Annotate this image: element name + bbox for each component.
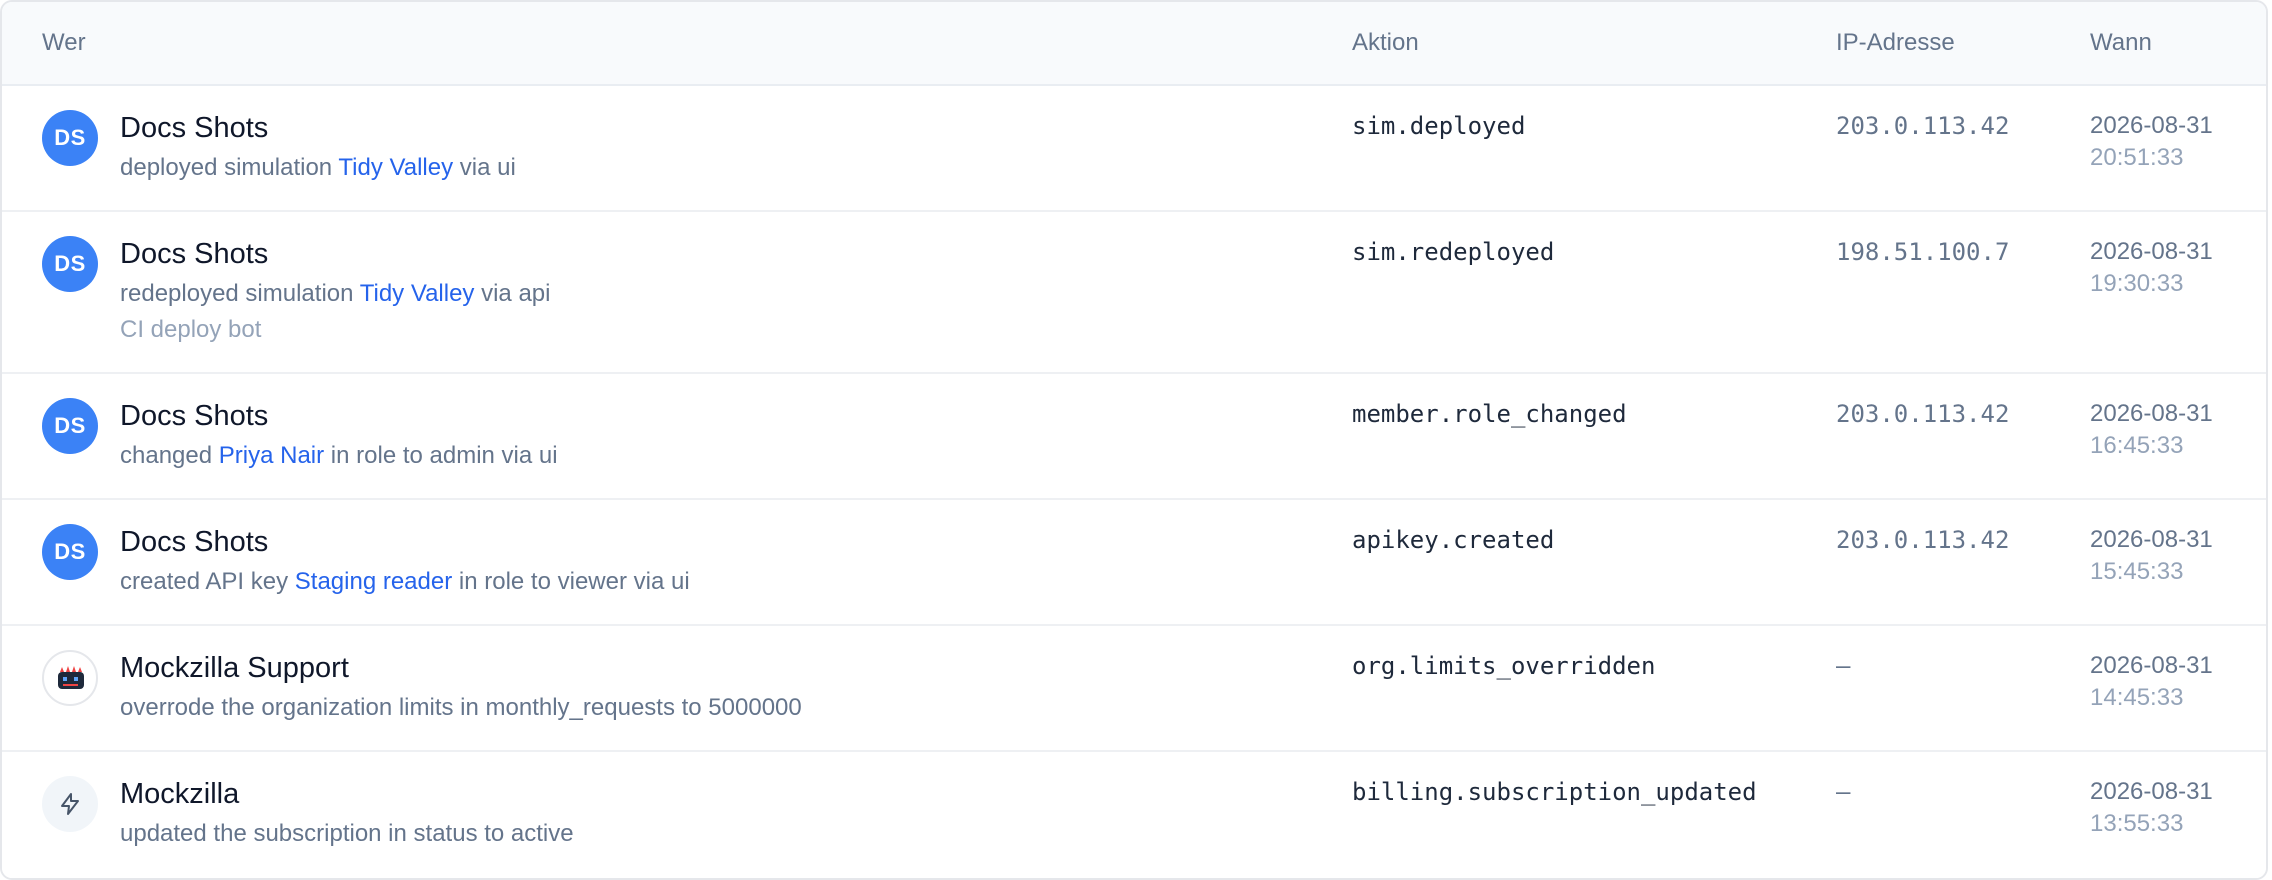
actor-name: Mockzilla Support	[120, 652, 349, 684]
ip-address: 203.0.113.42	[1836, 526, 2010, 554]
target-link[interactable]: Staging reader	[295, 568, 452, 595]
description-text: created API key	[120, 568, 295, 595]
actor-name: Docs Shots	[120, 526, 269, 558]
avatar: DS	[42, 110, 98, 166]
avatar: DS	[42, 524, 98, 580]
description-text: in role to admin via ui	[324, 442, 558, 469]
target-link[interactable]: Priya Nair	[219, 442, 324, 469]
actor-name: Docs Shots	[120, 112, 269, 144]
event-description: redeployed simulation Tidy Valley via ap…	[120, 280, 550, 308]
event-description: overrode the organization limits in mont…	[120, 694, 802, 721]
actor-name: Docs Shots	[120, 400, 269, 432]
column-header-action[interactable]: Aktion	[1352, 29, 1419, 57]
event-description: deployed simulation Tidy Valley via ui	[120, 154, 516, 182]
lightning-icon	[61, 793, 79, 815]
ip-address: –	[1836, 652, 1851, 680]
ip-address: –	[1836, 778, 1851, 806]
avatar: DS	[42, 236, 98, 292]
column-header-when[interactable]: Wann	[2090, 29, 2152, 57]
description-text: changed	[120, 442, 219, 469]
action-code: apikey.created	[1352, 526, 1555, 554]
event-time: 15:45:33	[2090, 558, 2184, 585]
description-text: redeployed simulation	[120, 280, 360, 307]
mockzilla-logo-icon	[58, 666, 84, 689]
action-code: member.role_changed	[1352, 400, 1627, 428]
table-row[interactable]: Mockzilla updated the subscription in st…	[2, 752, 2266, 878]
event-date: 2026-08-31	[2090, 400, 2213, 427]
column-header-ip[interactable]: IP-Adresse	[1836, 29, 1955, 57]
table-row[interactable]: DS Docs Shots changed Priya Nair in role…	[2, 374, 2266, 500]
ip-address: 203.0.113.42	[1836, 400, 2010, 428]
table-row[interactable]: DS Docs Shots redeployed simulation Tidy…	[2, 212, 2266, 374]
event-description: updated the subscription in status to ac…	[120, 820, 574, 847]
ip-address: 198.51.100.7	[1836, 238, 2010, 266]
event-time: 13:55:33	[2090, 810, 2184, 837]
event-time: 14:45:33	[2090, 684, 2184, 711]
event-time: 19:30:33	[2090, 270, 2184, 297]
target-link[interactable]: Tidy Valley	[338, 154, 453, 181]
ip-address: 203.0.113.42	[1836, 112, 2010, 140]
event-description: changed Priya Nair in role to admin via …	[120, 442, 558, 470]
table-header: Wer Aktion IP-Adresse Wann	[2, 2, 2266, 86]
description-text: via api	[474, 280, 551, 307]
event-date: 2026-08-31	[2090, 778, 2213, 805]
table-row[interactable]: DS Docs Shots created API key Staging re…	[2, 500, 2266, 626]
event-time: 16:45:33	[2090, 432, 2184, 459]
target-link[interactable]: Tidy Valley	[360, 280, 475, 307]
lightning-icon	[42, 776, 98, 832]
event-date: 2026-08-31	[2090, 652, 2213, 679]
table-row[interactable]: Mockzilla Support overrode the organizat…	[2, 626, 2266, 752]
description-text: deployed simulation	[120, 154, 339, 181]
event-description: created API key Staging reader in role t…	[120, 568, 690, 596]
event-time: 20:51:33	[2090, 144, 2184, 171]
action-code: billing.subscription_updated	[1352, 778, 1757, 806]
event-date: 2026-08-31	[2090, 112, 2213, 139]
mockzilla-logo-icon	[42, 650, 98, 706]
action-code: org.limits_overridden	[1352, 652, 1656, 680]
event-date: 2026-08-31	[2090, 238, 2213, 265]
actor-name: Mockzilla	[120, 778, 240, 810]
actor-name: Docs Shots	[120, 238, 269, 270]
column-header-who[interactable]: Wer	[42, 29, 86, 57]
description-text: in role to viewer via ui	[452, 568, 690, 595]
description-text: via ui	[453, 154, 516, 181]
table-row[interactable]: DS Docs Shots deployed simulation Tidy V…	[2, 86, 2266, 212]
action-code: sim.deployed	[1352, 112, 1526, 140]
action-code: sim.redeployed	[1352, 238, 1555, 266]
event-date: 2026-08-31	[2090, 526, 2213, 553]
actor-detail: CI deploy bot	[120, 316, 262, 343]
avatar: DS	[42, 398, 98, 454]
audit-log-table: Wer Aktion IP-Adresse Wann DS Docs Shots…	[0, 0, 2268, 880]
